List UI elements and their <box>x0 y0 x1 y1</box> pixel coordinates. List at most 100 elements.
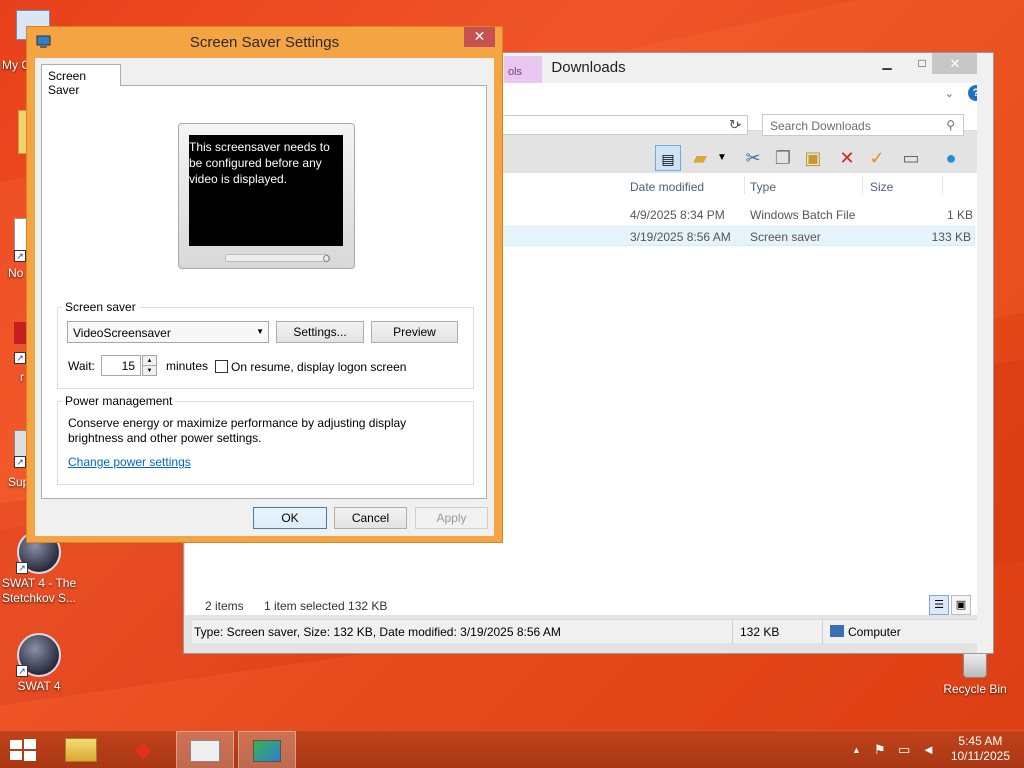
volume-muted-icon[interactable]: ◄ <box>922 731 935 768</box>
file-size: 1 KB <box>946 208 973 222</box>
column-separator <box>862 176 863 194</box>
group-label: Power management <box>62 394 176 408</box>
file-size: 133 KB <box>931 230 971 244</box>
desktop-icon-recycle-bin[interactable]: Recycle Bin <box>936 652 1014 697</box>
table-row[interactable]: 4/9/2025 8:34 PM Windows Batch File 1 KB <box>502 205 975 225</box>
column-header-type[interactable]: Type <box>750 180 776 194</box>
checkmark-icon[interactable]: ✓ <box>864 145 890 171</box>
details-text: Type: Screen saver, Size: 132 KB, Date m… <box>194 625 561 639</box>
group-label: Screen saver <box>62 300 139 314</box>
chevron-down-icon[interactable]: ⌄ <box>945 87 954 100</box>
dialog-client: Screen Saver This screensaver needs to b… <box>35 58 494 536</box>
chevron-up-icon[interactable]: ▲ <box>143 356 156 366</box>
desktop-icon-label: SWAT 4 <box>17 679 61 693</box>
desktop-icon-swat4[interactable]: SWAT 4 <box>0 633 78 694</box>
tab-page: This screensaver needs to be configured … <box>41 85 487 499</box>
scrollbar[interactable] <box>977 53 993 653</box>
clock-time: 5:45 AM <box>958 734 1003 748</box>
copy-icon[interactable]: ❐ <box>770 145 796 171</box>
taskbar-app-red[interactable]: ◆ <box>114 731 172 768</box>
tab-screen-saver[interactable]: Screen Saver <box>41 64 121 97</box>
display-settings-icon <box>253 740 281 762</box>
windows-logo-icon <box>10 739 36 761</box>
search-placeholder: Search Downloads <box>770 119 871 133</box>
start-button[interactable] <box>9 738 37 762</box>
resume-label: On resume, display logon screen <box>231 360 407 374</box>
file-date: 3/19/2025 8:56 AM <box>630 230 731 244</box>
column-separator <box>744 176 745 194</box>
clock-date: 10/11/2025 <box>950 749 1010 763</box>
cut-icon[interactable]: ✂ <box>740 145 766 171</box>
show-hidden-icons-icon[interactable]: ▲ <box>852 731 861 768</box>
resume-checkbox[interactable] <box>215 360 228 373</box>
taskbar-app-display[interactable] <box>238 731 296 768</box>
globe-icon[interactable]: ● <box>938 145 964 171</box>
screensaver-select[interactable]: VideoScreensaver ▼ <box>67 321 269 343</box>
performance-monitor-icon <box>190 740 220 762</box>
screen-saver-dialog: Screen Saver Settings ✕ Screen Saver Thi… <box>26 26 503 543</box>
address-bar[interactable]: ⌄ <box>494 115 748 135</box>
file-type: Windows Batch File <box>750 208 856 222</box>
taskbar: ◆ ▲ ⚑ ▭ ◄ 5:45 AM 10/11/2025 <box>0 730 1024 768</box>
details-bar: Type: Screen saver, Size: 132 KB, Date m… <box>192 619 977 644</box>
table-row-selected[interactable]: 3/19/2025 8:56 AM Screen saver 133 KB <box>502 226 975 246</box>
change-power-settings-link[interactable]: Change power settings <box>68 455 191 469</box>
details-size: 132 KB <box>740 625 780 639</box>
monitor-stand <box>225 254 329 262</box>
minutes-label: minutes <box>166 359 209 373</box>
app-icon: ◆ <box>134 737 152 762</box>
chevron-down-icon: ▼ <box>256 327 264 336</box>
shortcut-arrow-icon: ↗ <box>16 665 28 677</box>
clock[interactable]: 5:45 AM 10/11/2025 <box>951 734 1010 764</box>
folder-icon <box>65 738 97 762</box>
power-group: Power management Conserve energy or maxi… <box>57 394 474 485</box>
details-location: Computer <box>848 625 901 639</box>
selected-screensaver: VideoScreensaver <box>73 326 171 340</box>
dialog-title: Screen Saver Settings <box>189 34 340 51</box>
preview-button[interactable]: Preview <box>371 321 458 343</box>
shortcut-arrow-icon: ↗ <box>14 456 26 468</box>
details-view-icon[interactable]: ☰ <box>929 595 949 615</box>
shortcut-arrow-icon: ↗ <box>14 352 26 364</box>
divider <box>732 620 733 644</box>
wait-input[interactable]: 15 <box>101 355 141 376</box>
chevron-down-icon[interactable]: ▼ <box>143 366 156 376</box>
taskbar-app-monitor[interactable] <box>176 731 234 768</box>
apply-button[interactable]: Apply <box>415 507 488 529</box>
status-item-count: 2 items <box>205 599 244 613</box>
column-header-date[interactable]: Date modified <box>630 180 704 194</box>
screensaver-group: Screen saver VideoScreensaver ▼ Settings… <box>57 300 474 389</box>
search-icon: ⚲ <box>946 118 955 132</box>
large-icons-view-icon[interactable]: ▣ <box>951 595 971 615</box>
wait-label: Wait: <box>68 359 95 373</box>
computer-icon <box>830 625 844 637</box>
desktop-icon-label: SWAT 4 - The Stetchkov S... <box>1 576 77 605</box>
action-center-flag-icon[interactable]: ⚑ <box>874 731 886 768</box>
network-icon[interactable]: ▭ <box>898 731 910 768</box>
close-button[interactable]: ✕ <box>464 27 495 47</box>
wait-stepper[interactable]: ▲ ▼ <box>142 355 157 376</box>
settings-button[interactable]: Settings... <box>276 321 364 343</box>
search-input[interactable]: Search Downloads ⚲ <box>762 114 964 136</box>
paste-icon[interactable]: ▣ <box>800 145 826 171</box>
power-description: Conserve energy or maximize performance … <box>68 416 407 445</box>
desktop-icon-label: No <box>8 266 24 280</box>
properties-icon[interactable]: ▭ <box>898 145 924 171</box>
preview-pane-icon[interactable]: ▤ <box>655 145 681 171</box>
shortcut-arrow-icon: ↗ <box>14 250 26 262</box>
refresh-icon[interactable]: ↻ <box>729 117 740 133</box>
file-date: 4/9/2025 8:34 PM <box>630 208 725 222</box>
delete-icon[interactable]: ✕ <box>834 145 860 171</box>
recycle-bin-icon <box>963 652 987 678</box>
file-type: Screen saver <box>750 230 821 244</box>
status-selection: 1 item selected 132 KB <box>264 599 388 613</box>
column-header-size[interactable]: Size <box>870 180 893 194</box>
chevron-down-icon[interactable]: ▼ <box>709 145 735 171</box>
cancel-button[interactable]: Cancel <box>334 507 407 529</box>
power-led-icon <box>323 255 330 262</box>
column-separator <box>942 176 943 194</box>
close-button[interactable]: ✕ <box>932 53 978 74</box>
ok-button[interactable]: OK <box>253 507 327 529</box>
taskbar-file-explorer[interactable] <box>52 731 110 768</box>
divider <box>822 620 823 644</box>
